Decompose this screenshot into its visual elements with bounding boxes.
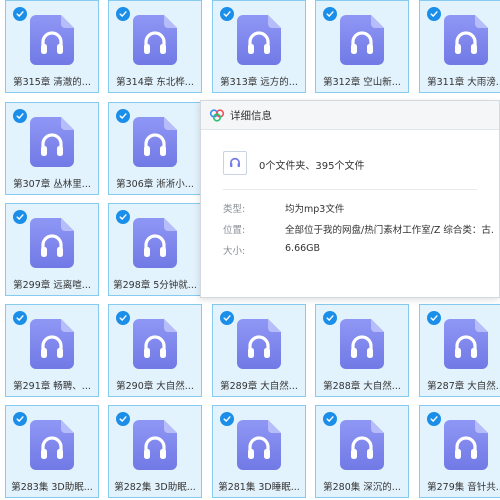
headphones-icon: [30, 319, 74, 369]
headphones-icon: [237, 420, 281, 470]
file-name: 第287章 大自然...: [427, 381, 500, 392]
file-item[interactable]: 第287章 大自然...: [419, 304, 500, 397]
file-name: 第314章 东北桦...: [116, 77, 194, 88]
selected-check-icon[interactable]: [116, 311, 130, 325]
selected-check-icon[interactable]: [427, 412, 441, 426]
headphones-icon: [30, 420, 74, 470]
details-type-row: 类型: 均为mp3文件: [223, 201, 493, 215]
file-item[interactable]: 第281集 3D睡眠...: [212, 405, 306, 498]
headphones-icon: [30, 218, 74, 268]
file-name: 第279集 音针共...: [427, 482, 500, 493]
selected-check-icon[interactable]: [116, 210, 130, 224]
details-logo-icon: [209, 109, 225, 122]
file-name: 第307章 丛林里...: [13, 179, 91, 190]
file-name: 第291章 畅聘、...: [13, 381, 91, 392]
selected-check-icon[interactable]: [13, 412, 27, 426]
file-name: 第311章 大雨滂...: [427, 77, 500, 88]
file-name: 第289章 大自然...: [220, 381, 298, 392]
headphones-icon: [133, 319, 177, 369]
file-item[interactable]: 第279集 音针共...: [419, 405, 500, 498]
file-item[interactable]: 第314章 东北桦...: [108, 0, 202, 93]
file-item[interactable]: 第306章 淅淅小...: [108, 102, 202, 195]
file-name: 第288章 大自然...: [323, 381, 401, 392]
headphones-icon: [237, 319, 281, 369]
type-value: 均为mp3文件: [285, 204, 345, 215]
headphones-icon: [133, 117, 177, 167]
details-header: 详细信息: [201, 101, 499, 130]
file-item[interactable]: 第298章 5分钟就...: [108, 203, 202, 296]
headphones-icon: [133, 420, 177, 470]
location-value: 全部位于我的网盘/热门素材工作室/Z 综合类：古...: [285, 225, 493, 236]
file-name: 第282集 3D助眠...: [114, 482, 196, 493]
size-value: 6.66GB: [285, 243, 321, 254]
file-name: 第313章 远方的...: [220, 77, 298, 88]
file-name: 第290章 大自然...: [116, 381, 194, 392]
file-name: 第312章 空山新...: [323, 77, 401, 88]
selected-check-icon[interactable]: [323, 7, 337, 21]
size-label: 大小:: [223, 246, 246, 257]
file-item[interactable]: 第307章 丛林里...: [5, 102, 99, 195]
file-item[interactable]: 第312章 空山新...: [315, 0, 409, 93]
details-divider: [223, 189, 477, 190]
headphones-icon: [237, 15, 281, 65]
location-label: 位置:: [223, 225, 246, 236]
file-item[interactable]: 第289章 大自然...: [212, 304, 306, 397]
headphones-icon: [340, 319, 384, 369]
file-item[interactable]: 第291章 畅聘、...: [5, 304, 99, 397]
file-item[interactable]: 第313章 远方的...: [212, 0, 306, 93]
selected-check-icon[interactable]: [220, 7, 234, 21]
headphones-icon: [444, 15, 488, 65]
selected-check-icon[interactable]: [116, 412, 130, 426]
selected-check-icon[interactable]: [13, 210, 27, 224]
type-label: 类型:: [223, 204, 246, 215]
headphones-icon: [30, 15, 74, 65]
details-panel: 详细信息 0个文件夹、395个文件 类型: 均为mp3文件 位置: 全部位于我的…: [200, 100, 500, 298]
file-name: 第306章 淅淅小...: [116, 179, 194, 190]
file-item[interactable]: 第311章 大雨滂...: [419, 0, 500, 93]
details-size-row: 大小: 6.66GB: [223, 243, 493, 257]
headphones-icon: [340, 15, 384, 65]
selected-check-icon[interactable]: [323, 412, 337, 426]
selected-check-icon[interactable]: [116, 109, 130, 123]
selected-check-icon[interactable]: [220, 311, 234, 325]
headphones-icon: [444, 420, 488, 470]
audio-file-icon: [223, 151, 247, 175]
file-name: 第280集 深沉的...: [323, 482, 401, 493]
headphones-icon: [444, 319, 488, 369]
selected-check-icon[interactable]: [220, 412, 234, 426]
selected-check-icon[interactable]: [13, 109, 27, 123]
details-title: 详细信息: [230, 110, 272, 122]
headphones-icon: [30, 117, 74, 167]
selected-check-icon[interactable]: [116, 7, 130, 21]
file-item[interactable]: 第288章 大自然...: [315, 304, 409, 397]
selected-check-icon[interactable]: [13, 311, 27, 325]
file-item[interactable]: 第315章 清澈的...: [5, 0, 99, 93]
file-name: 第281集 3D睡眠...: [218, 482, 300, 493]
file-item[interactable]: 第280集 深沉的...: [315, 405, 409, 498]
file-item[interactable]: 第283集 3D助眠...: [5, 405, 99, 498]
file-name: 第299章 远离喧...: [13, 280, 91, 291]
selected-check-icon[interactable]: [427, 311, 441, 325]
selected-check-icon[interactable]: [323, 311, 337, 325]
file-name: 第298章 5分钟就...: [113, 280, 197, 291]
file-item[interactable]: 第290章 大自然...: [108, 304, 202, 397]
details-location-row: 位置: 全部位于我的网盘/热门素材工作室/Z 综合类：古...: [223, 222, 493, 236]
headphones-icon: [340, 420, 384, 470]
selected-check-icon[interactable]: [13, 7, 27, 21]
headphones-icon: [133, 218, 177, 268]
selected-check-icon[interactable]: [427, 7, 441, 21]
file-item[interactable]: 第299章 远离喧...: [5, 203, 99, 296]
file-name: 第315章 清澈的...: [13, 77, 91, 88]
headphones-icon: [133, 15, 177, 65]
file-item[interactable]: 第282集 3D助眠...: [108, 405, 202, 498]
file-name: 第283集 3D助眠...: [11, 482, 93, 493]
details-summary: 0个文件夹、395个文件: [259, 161, 365, 172]
